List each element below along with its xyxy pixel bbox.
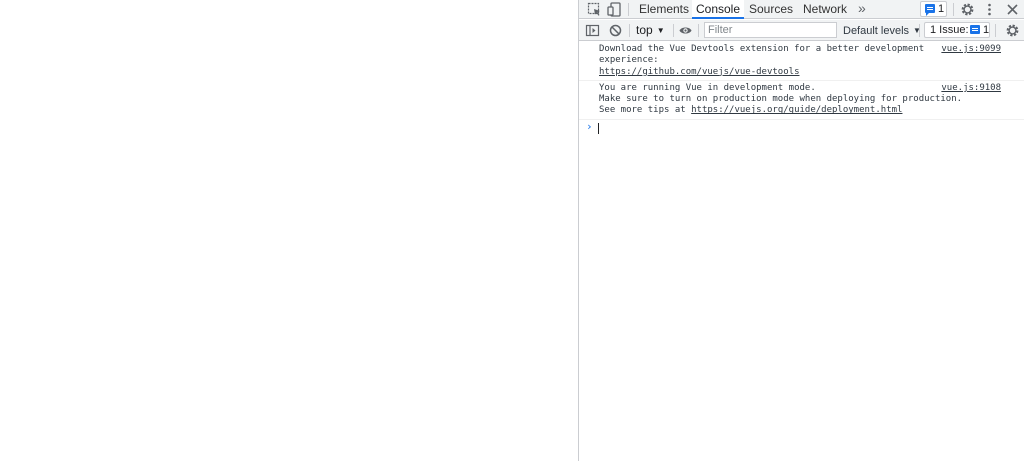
console-messages-badge[interactable]: 1	[920, 1, 947, 17]
eye-icon[interactable]	[678, 23, 693, 38]
more-vert-icon[interactable]	[982, 2, 997, 17]
tab-network[interactable]: Network	[800, 0, 850, 19]
sidebar-toggle-icon[interactable]	[585, 23, 600, 38]
toolbar-divider	[995, 24, 996, 37]
toolbar-divider	[673, 24, 674, 37]
source-link[interactable]: vue.js:9108	[941, 83, 1001, 94]
close-icon[interactable]	[1005, 2, 1020, 17]
toolbar-divider	[953, 3, 954, 16]
message-link[interactable]: https://github.com/vuejs/vue-devtools	[599, 67, 799, 77]
dropdown-arrow-icon: ▼	[656, 26, 665, 35]
devtools-tab-bar: Elements Console Sources Network » 1	[579, 0, 1024, 19]
console-output: Download the Vue Devtools extension for …	[579, 42, 1024, 136]
console-message: Download the Vue Devtools extension for …	[579, 42, 1024, 81]
more-tabs-button[interactable]: »	[858, 0, 866, 19]
messages-count: 1	[938, 3, 945, 15]
message-text: experience:	[599, 55, 659, 66]
toolbar-divider	[628, 3, 629, 16]
issues-label: 1 Issue:	[930, 24, 969, 36]
toolbar-divider	[698, 24, 699, 37]
prompt-chevron-icon: ›	[586, 119, 593, 133]
context-selector[interactable]: top ▼	[636, 23, 665, 38]
message-text: Make sure to turn on production mode whe…	[599, 94, 963, 105]
message-icon	[925, 4, 935, 16]
tab-sources[interactable]: Sources	[748, 0, 794, 19]
issues-count: 1	[983, 24, 990, 36]
devtools-panel: Elements Console Sources Network » 1 top…	[578, 0, 1024, 461]
toolbar-divider	[629, 24, 630, 37]
context-value: top	[636, 23, 653, 37]
console-toolbar: top▼ Default levels▼ 1 Issue: 1	[579, 20, 1024, 41]
issue-message-icon	[970, 25, 980, 34]
toolbar-divider	[919, 24, 920, 37]
message-text: See more tips at	[599, 105, 692, 116]
log-levels-label: Default levels	[843, 25, 910, 37]
tab-elements[interactable]: Elements	[637, 0, 691, 19]
page-viewport	[0, 0, 578, 461]
filter-input[interactable]	[704, 22, 837, 38]
message-link[interactable]: https://vuejs.org/guide/deployment.html	[691, 105, 902, 115]
console-settings-gear-icon[interactable]	[1005, 23, 1020, 38]
issues-button[interactable]: 1 Issue: 1	[924, 22, 990, 38]
log-levels-dropdown[interactable]: Default levels ▼	[843, 23, 921, 38]
inspect-element-icon[interactable]	[587, 2, 602, 17]
source-link[interactable]: vue.js:9099	[941, 44, 1001, 55]
text-caret	[598, 122, 599, 134]
settings-gear-icon[interactable]	[960, 2, 975, 17]
device-toolbar-icon[interactable]	[607, 2, 622, 17]
clear-console-icon[interactable]	[608, 23, 623, 38]
console-message: You are running Vue in development mode.…	[579, 81, 1024, 120]
console-prompt[interactable]: ›	[579, 120, 1024, 136]
tab-console[interactable]: Console	[692, 0, 744, 19]
